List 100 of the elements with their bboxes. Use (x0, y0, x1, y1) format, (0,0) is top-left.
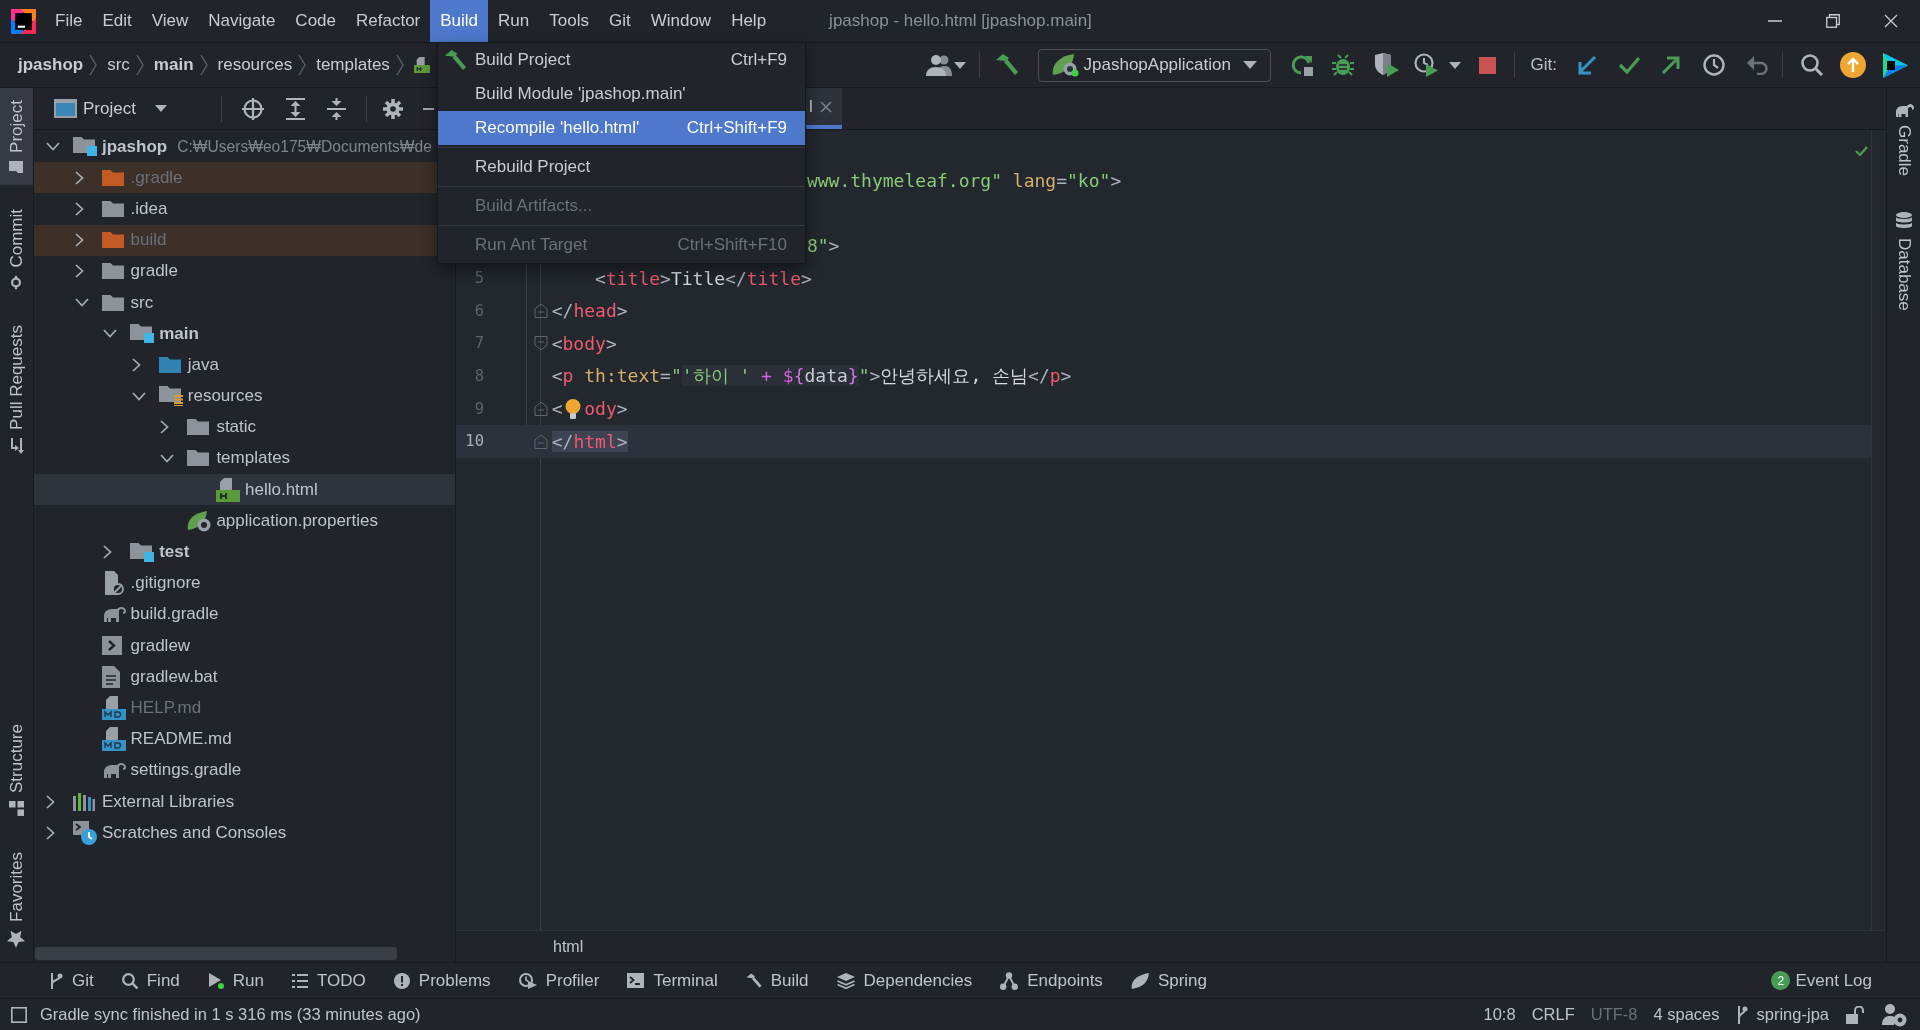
tree-item[interactable]: build.gradle (34, 598, 455, 630)
tree-item[interactable]: templates (34, 442, 455, 475)
tool-window-tab[interactable]: Project (0, 88, 33, 185)
search-icon[interactable] (1801, 54, 1823, 76)
arrow-up-right-icon[interactable] (1661, 55, 1681, 75)
menu-item[interactable]: View (141, 0, 199, 42)
clock-icon[interactable] (1703, 54, 1725, 76)
horizontal-scrollbar[interactable] (35, 947, 397, 960)
hammer-icon[interactable] (994, 53, 1019, 77)
tool-window-button[interactable]: Git (35, 963, 108, 998)
tool-window-tab[interactable]: Commit (0, 196, 33, 302)
settings-icon[interactable] (382, 98, 403, 119)
clock-play-icon[interactable] (1413, 53, 1438, 77)
breadcrumb-item[interactable]: src (107, 55, 130, 75)
menu-item[interactable]: Navigate (198, 0, 286, 42)
status-bar-widget[interactable]: 4 spaces (1645, 999, 1728, 1030)
tree-item[interactable]: gradlew (34, 630, 455, 662)
shield-play-icon[interactable] (1373, 53, 1399, 77)
status-bar-widget[interactable]: CRLF (1523, 999, 1583, 1030)
tree-item[interactable]: External Libraries (34, 785, 455, 818)
tree-item[interactable]: src (34, 286, 455, 319)
person-gear-icon[interactable] (1882, 1002, 1908, 1027)
users-icon[interactable] (925, 54, 952, 76)
tool-window-tab[interactable]: Favorites (0, 840, 33, 960)
event-log-button[interactable]: 2 Event Log (1757, 963, 1886, 998)
menu-item[interactable]: Build Project Ctrl+F9 (438, 43, 805, 77)
menu-item[interactable]: File (45, 0, 93, 42)
tree-item[interactable]: static (34, 411, 455, 443)
tree-item[interactable]: README.md (34, 723, 455, 755)
menu-item[interactable]: Recompile 'hello.html' Ctrl+Shift+F9 (438, 111, 805, 145)
close-icon[interactable] (1884, 14, 1898, 28)
tree-item[interactable]: java (34, 349, 455, 381)
caret-icon[interactable] (953, 61, 966, 69)
arrow-down-left-icon[interactable] (1577, 55, 1597, 75)
crosshair-icon[interactable] (241, 97, 264, 120)
tree-item[interactable]: resources (34, 380, 455, 412)
menu-item[interactable]: Window (640, 0, 722, 42)
view-selector[interactable]: Project (54, 98, 167, 119)
tool-window-button[interactable]: Problems (379, 963, 505, 998)
tool-window-button[interactable]: Run (193, 963, 278, 998)
menu-item[interactable]: Run (488, 0, 540, 42)
menu-item[interactable]: Rebuild Project (438, 150, 805, 184)
up-arrow-circle-icon[interactable] (1840, 52, 1866, 78)
triangle-logo-icon[interactable] (1883, 52, 1908, 78)
circular-arrow-icon[interactable] (1289, 53, 1314, 77)
tool-window-tab[interactable]: Pull Requests (0, 313, 33, 467)
check-icon[interactable] (1855, 146, 1868, 156)
tool-window-tab[interactable]: Structure (0, 712, 33, 829)
menu-item[interactable]: Tools (539, 0, 599, 42)
tool-window-tab[interactable]: Gradle (1887, 92, 1920, 189)
tree-item[interactable]: .gitignore (34, 567, 455, 599)
menu-item[interactable]: Code (285, 0, 346, 42)
tree-item[interactable]: gradlew.bat (34, 661, 455, 693)
bug-icon[interactable] (1330, 53, 1355, 77)
stop-icon[interactable] (1478, 56, 1496, 74)
tool-window-button[interactable]: Build (731, 963, 823, 998)
caret-icon[interactable] (1448, 61, 1461, 69)
tool-window-button[interactable]: Terminal (613, 963, 732, 998)
breadcrumb-item[interactable]: main (153, 55, 194, 75)
menu-item[interactable]: Git (598, 0, 641, 42)
fold-marker-icon[interactable] (533, 433, 548, 449)
tool-window-button[interactable]: Endpoints (986, 963, 1117, 998)
restore-icon[interactable] (1826, 14, 1840, 28)
collapse-arrows-icon[interactable] (326, 97, 346, 120)
menu-item[interactable]: Help (721, 0, 777, 42)
tree-item[interactable]: main (34, 318, 455, 350)
check-icon[interactable] (1618, 56, 1641, 74)
breadcrumb-item[interactable]: html (553, 937, 584, 956)
tool-window-button[interactable]: Find (107, 963, 194, 998)
menu-item[interactable]: Build (430, 0, 489, 42)
breadcrumb-item[interactable]: jpashop (18, 55, 84, 75)
fold-marker-icon[interactable] (533, 401, 548, 417)
menu-item[interactable]: Edit (92, 0, 142, 42)
tool-window-button[interactable]: Spring (1116, 963, 1221, 998)
tree-item[interactable]: test (34, 536, 455, 568)
status-bar-widget[interactable]: 10:8 (1475, 999, 1524, 1030)
fold-marker-icon[interactable] (533, 303, 548, 319)
tool-window-button[interactable]: TODO (278, 963, 380, 998)
tree-item[interactable]: application.properties (34, 505, 455, 537)
lightbulb-icon[interactable] (564, 398, 581, 419)
editor-tab[interactable]: l (806, 88, 842, 129)
tool-window-button[interactable]: Profiler (504, 963, 614, 998)
tool-window-button[interactable]: Dependencies (822, 963, 987, 998)
minus-icon[interactable] (422, 107, 434, 110)
tree-item[interactable]: Scratches and Consoles (34, 817, 455, 849)
tool-window-tab[interactable]: Database (1887, 200, 1920, 323)
branch-widget[interactable]: spring-jpa (1727, 999, 1837, 1030)
square-icon[interactable] (11, 1006, 27, 1023)
undo-icon[interactable] (1747, 55, 1768, 75)
fold-marker-icon[interactable] (533, 335, 548, 351)
html-file-icon[interactable] (413, 57, 430, 73)
menu-item[interactable]: Refactor (346, 0, 431, 42)
breadcrumb-item[interactable]: resources (217, 55, 293, 75)
tree-item[interactable]: settings.gradle (34, 754, 455, 786)
run-configuration-dropdown[interactable]: JpashopApplication (1037, 48, 1271, 82)
expand-arrows-icon[interactable] (285, 97, 305, 120)
breadcrumb-item[interactable]: templates (316, 55, 390, 75)
menu-item[interactable]: Build Module 'jpashop.main' (438, 77, 805, 111)
open-lock-icon[interactable] (1846, 1005, 1865, 1024)
tree-item[interactable]: hello.html (34, 474, 455, 506)
